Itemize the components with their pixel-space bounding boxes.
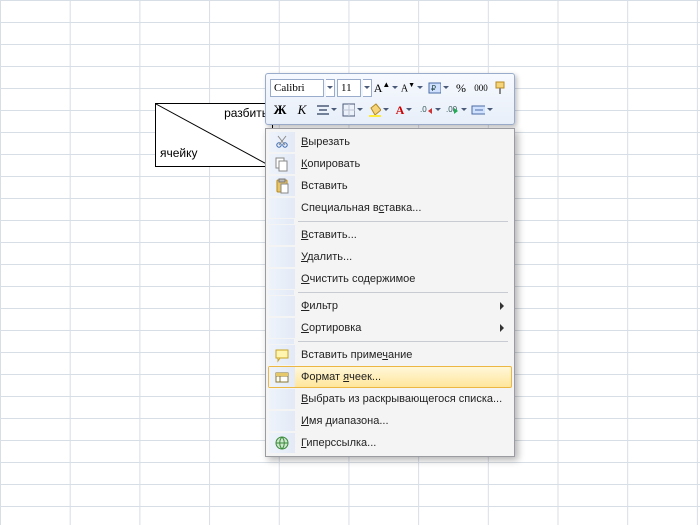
merge-icon xyxy=(471,102,485,118)
paintbrush-icon xyxy=(493,80,509,96)
paste-icon xyxy=(274,178,290,194)
grow-font-button[interactable]: A▲ xyxy=(374,78,398,98)
menu-paste-special[interactable]: Специальная вставка... xyxy=(268,197,512,219)
menu-hyperlink[interactable]: Гиперссылка... xyxy=(268,432,512,454)
align-center-icon xyxy=(315,102,329,118)
menu-filter[interactable]: Фильтр xyxy=(268,295,512,317)
bold-button[interactable]: Ж xyxy=(270,100,290,120)
italic-button[interactable]: К xyxy=(292,100,312,120)
mini-toolbar: A▲ A▼ ₽ % 000 Ж К A .0 .00 xyxy=(265,73,515,125)
bucket-icon xyxy=(367,102,381,118)
menu-delete[interactable]: Удалить... xyxy=(268,246,512,268)
menu-insert-comment[interactable]: Вставить примечание xyxy=(268,344,512,366)
menu-sort[interactable]: Сортировка xyxy=(268,317,512,339)
format-painter-button[interactable] xyxy=(492,78,510,98)
shrink-font-button[interactable]: A▼ xyxy=(400,78,424,98)
menu-format-cells[interactable]: Формат ячеек... xyxy=(268,366,512,388)
decrease-decimal-icon: .0 xyxy=(419,102,433,118)
decrease-decimal-button[interactable]: .0 xyxy=(418,100,442,120)
font-size-dropdown[interactable] xyxy=(363,79,372,97)
format-cells-icon xyxy=(274,369,290,385)
align-center-button[interactable] xyxy=(314,100,338,120)
borders-button[interactable] xyxy=(340,100,364,120)
merged-cell-diagonal[interactable]: разбить ячейку xyxy=(155,103,273,167)
fill-color-button[interactable] xyxy=(366,100,390,120)
menu-cut[interactable]: Вырезать xyxy=(268,131,512,153)
cell-text-bottom: ячейку xyxy=(160,146,198,160)
submenu-arrow-icon xyxy=(497,318,511,338)
menu-separator xyxy=(268,339,512,344)
copy-icon xyxy=(274,156,290,172)
svg-text:.0: .0 xyxy=(420,105,427,114)
increase-decimal-button[interactable]: .00 xyxy=(444,100,468,120)
comment-icon xyxy=(274,347,290,363)
font-size-input[interactable] xyxy=(337,79,361,97)
comma-style-button[interactable]: 000 xyxy=(472,78,490,98)
menu-name-range[interactable]: Имя диапазона... xyxy=(268,410,512,432)
menu-copy[interactable]: Копировать xyxy=(268,153,512,175)
percent-button[interactable]: % xyxy=(452,78,470,98)
cell-text-top: разбить xyxy=(224,106,268,120)
accounting-format-button[interactable]: ₽ xyxy=(426,78,450,98)
menu-separator xyxy=(268,219,512,224)
context-menu: Вырезать Копировать Вставить Специальная… xyxy=(265,128,515,457)
money-icon: ₽ xyxy=(427,80,441,96)
merge-center-button[interactable] xyxy=(470,100,494,120)
menu-insert[interactable]: Вставить... xyxy=(268,224,512,246)
font-name-input[interactable] xyxy=(270,79,324,97)
borders-icon xyxy=(341,102,355,118)
menu-paste[interactable]: Вставить xyxy=(268,175,512,197)
submenu-arrow-icon xyxy=(497,296,511,316)
menu-clear-contents[interactable]: Очистить содержимое xyxy=(268,268,512,290)
increase-decimal-icon: .00 xyxy=(445,102,459,118)
font-name-dropdown[interactable] xyxy=(326,79,335,97)
hyperlink-icon xyxy=(274,435,290,451)
menu-pick-from-list[interactable]: Выбрать из раскрывающегося списка... xyxy=(268,388,512,410)
menu-separator xyxy=(268,290,512,295)
scissors-icon xyxy=(274,134,290,150)
font-color-button[interactable]: A xyxy=(392,100,416,120)
svg-text:₽: ₽ xyxy=(431,84,436,93)
